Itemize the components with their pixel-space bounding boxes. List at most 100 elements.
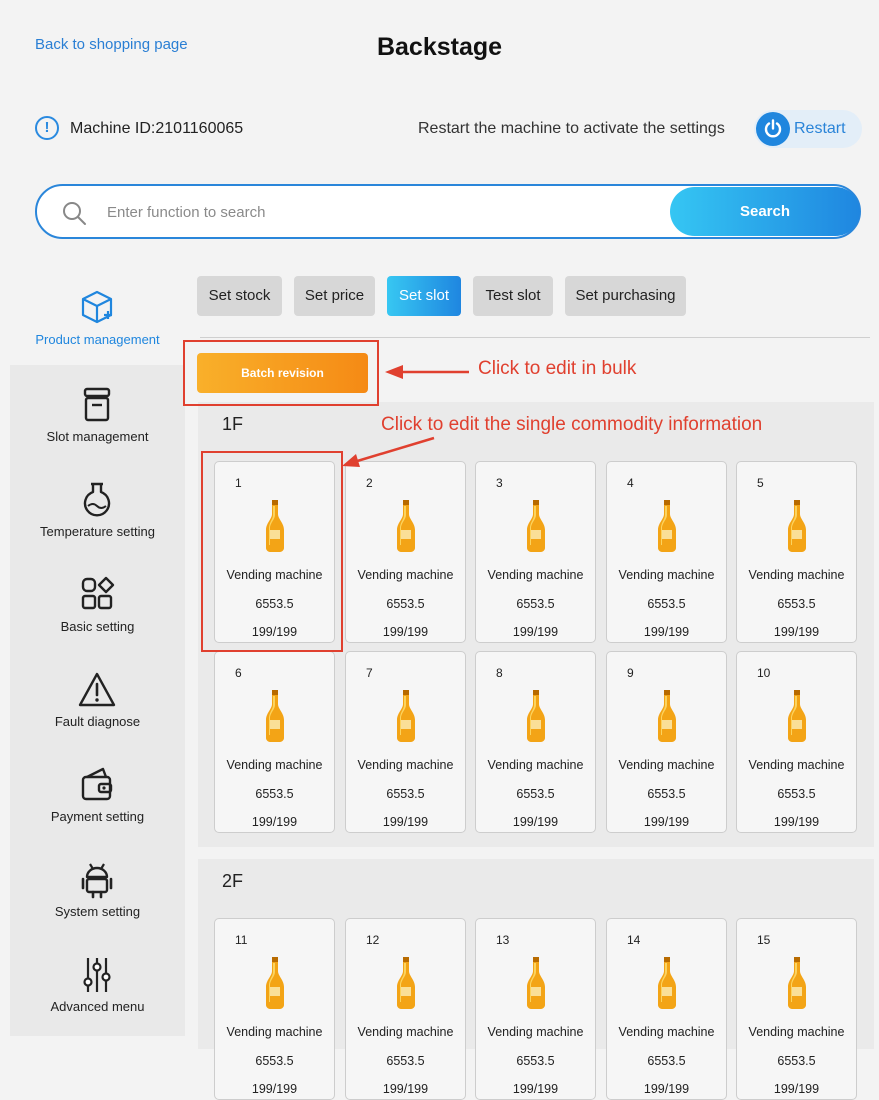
restart-hint: Restart the machine to activate the sett… — [418, 120, 725, 137]
slot-product-name: Vending machine — [487, 568, 584, 582]
juice-bottle-icon — [266, 690, 284, 742]
slot-price: 6553.5 — [255, 787, 294, 801]
slot-stock: 199/199 — [773, 1082, 820, 1096]
juice-bottle-icon — [527, 690, 545, 742]
slot-number: 12 — [366, 933, 380, 947]
wallet-icon — [81, 767, 113, 801]
slot-stock: 199/199 — [382, 625, 429, 639]
slot-number: 6 — [235, 666, 242, 680]
slot-price: 6553.5 — [255, 597, 294, 611]
sidebar-item-temperature-setting[interactable]: Temperature setting — [10, 480, 185, 570]
juice-bottle-icon — [397, 690, 415, 742]
slot-number: 4 — [627, 476, 634, 490]
slot-product-name: Vending machine — [487, 1025, 584, 1039]
sidebar-item-fault-diagnose[interactable]: Fault diagnose — [10, 670, 185, 760]
tab-set-stock[interactable]: Set stock — [197, 276, 282, 316]
sidebar-item-label: System setting — [54, 904, 141, 919]
slot-card[interactable]: 9 Vending machine 6553.5 199/199 — [606, 651, 727, 833]
slot-card[interactable]: 7 Vending machine 6553.5 199/199 — [345, 651, 466, 833]
slot-stock: 199/199 — [643, 625, 690, 639]
slot-card[interactable]: 10 Vending machine 6553.5 199/199 — [736, 651, 857, 833]
tab-set-purchasing[interactable]: Set purchasing — [565, 276, 686, 316]
slot-price: 6553.5 — [777, 787, 816, 801]
annotation-single: Click to edit the single commodity infor… — [381, 414, 763, 435]
slot-product-name: Vending machine — [618, 1025, 715, 1039]
slot-stock: 199/199 — [512, 625, 559, 639]
juice-bottle-icon — [266, 957, 284, 1009]
slot-product-name: Vending machine — [487, 758, 584, 772]
slot-number: 1 — [235, 476, 242, 490]
sidebar-item-product-management[interactable]: Product management — [10, 288, 185, 378]
slot-card[interactable]: 1 Vending machine 6553.5 199/199 — [214, 461, 335, 643]
sidebar-item-slot-management[interactable]: Slot management — [10, 385, 185, 475]
slot-price: 6553.5 — [647, 1054, 686, 1068]
slot-product-name: Vending machine — [748, 758, 845, 772]
grid-icon — [81, 576, 115, 610]
sidebar-item-label: Basic setting — [60, 619, 135, 634]
slot-price: 6553.5 — [777, 597, 816, 611]
slot-card[interactable]: 8 Vending machine 6553.5 199/199 — [475, 651, 596, 833]
slot-stock: 199/199 — [773, 815, 820, 829]
slot-price: 6553.5 — [777, 1054, 816, 1068]
power-icon — [756, 112, 790, 146]
juice-bottle-icon — [658, 690, 676, 742]
slot-card[interactable]: 13 Vending machine 6553.5 199/199 — [475, 918, 596, 1100]
slot-stock: 199/199 — [382, 815, 429, 829]
slot-number: 13 — [496, 933, 510, 947]
top-bar: Back to shopping page Backstage — [0, 0, 879, 95]
slot-card[interactable]: 2 Vending machine 6553.5 199/199 — [345, 461, 466, 643]
slot-price: 6553.5 — [386, 1054, 425, 1068]
slot-price: 6553.5 — [516, 787, 555, 801]
sidebar-item-advanced-menu[interactable]: Advanced menu — [10, 955, 185, 1045]
juice-bottle-icon — [788, 690, 806, 742]
slot-card[interactable]: 11 Vending machine 6553.5 199/199 — [214, 918, 335, 1100]
slot-product-name: Vending machine — [226, 1025, 323, 1039]
slot-number: 7 — [366, 666, 373, 680]
android-icon — [81, 863, 113, 899]
sidebar-item-system-setting[interactable]: System setting — [10, 860, 185, 950]
slot-card[interactable]: 4 Vending machine 6553.5 199/199 — [606, 461, 727, 643]
slot-card[interactable]: 15 Vending machine 6553.5 199/199 — [736, 918, 857, 1100]
tab-set-slot[interactable]: Set slot — [387, 276, 461, 316]
slot-card[interactable]: 5 Vending machine 6553.5 199/199 — [736, 461, 857, 643]
sidebar-item-label: Slot management — [46, 429, 149, 444]
slot-product-name: Vending machine — [748, 1025, 845, 1039]
batch-revision-button[interactable]: Batch revision — [197, 353, 368, 393]
tab-test-slot[interactable]: Test slot — [473, 276, 553, 316]
slot-product-name: Vending machine — [226, 568, 323, 582]
sidebar-item-label: Fault diagnose — [54, 714, 141, 729]
tab-divider — [200, 337, 870, 338]
slot-stock: 199/199 — [382, 1082, 429, 1096]
slot-number: 8 — [496, 666, 503, 680]
slot-card[interactable]: 3 Vending machine 6553.5 199/199 — [475, 461, 596, 643]
juice-bottle-icon — [527, 957, 545, 1009]
restart-label: Restart — [794, 120, 846, 137]
slot-card[interactable]: 14 Vending machine 6553.5 199/199 — [606, 918, 727, 1100]
sidebar-item-payment-setting[interactable]: Payment setting — [10, 765, 185, 855]
juice-bottle-icon — [788, 500, 806, 552]
tab-set-price[interactable]: Set price — [294, 276, 375, 316]
slot-stock: 199/199 — [773, 625, 820, 639]
slot-price: 6553.5 — [255, 1054, 294, 1068]
slot-card[interactable]: 6 Vending machine 6553.5 199/199 — [214, 651, 335, 833]
slot-number: 5 — [757, 476, 764, 490]
slot-price: 6553.5 — [516, 1054, 555, 1068]
search-bar: Search — [35, 184, 861, 239]
restart-button[interactable]: Restart — [754, 110, 862, 148]
juice-bottle-icon — [266, 500, 284, 552]
annotation-bulk: Click to edit in bulk — [478, 358, 637, 379]
sidebar-item-basic-setting[interactable]: Basic setting — [10, 575, 185, 665]
slot-product-name: Vending machine — [357, 1025, 454, 1039]
juice-bottle-icon — [527, 500, 545, 552]
slot-stock: 199/199 — [643, 815, 690, 829]
search-button[interactable]: Search — [670, 187, 860, 236]
slot-stock: 199/199 — [251, 1082, 298, 1096]
archive-icon — [83, 387, 111, 422]
floor-section-2f: 2F 11 Vending machine 6553.5 199/199 12 Vendi… — [198, 859, 874, 1100]
floor-section-1f: 1F 1 Vending machine 6553.5 199/199 2 Vending… — [198, 402, 874, 847]
slot-card[interactable]: 12 Vending machine 6553.5 199/199 — [345, 918, 466, 1100]
search-input[interactable] — [105, 196, 669, 228]
slot-stock: 199/199 — [512, 1082, 559, 1096]
juice-bottle-icon — [788, 957, 806, 1009]
slot-product-name: Vending machine — [748, 568, 845, 582]
